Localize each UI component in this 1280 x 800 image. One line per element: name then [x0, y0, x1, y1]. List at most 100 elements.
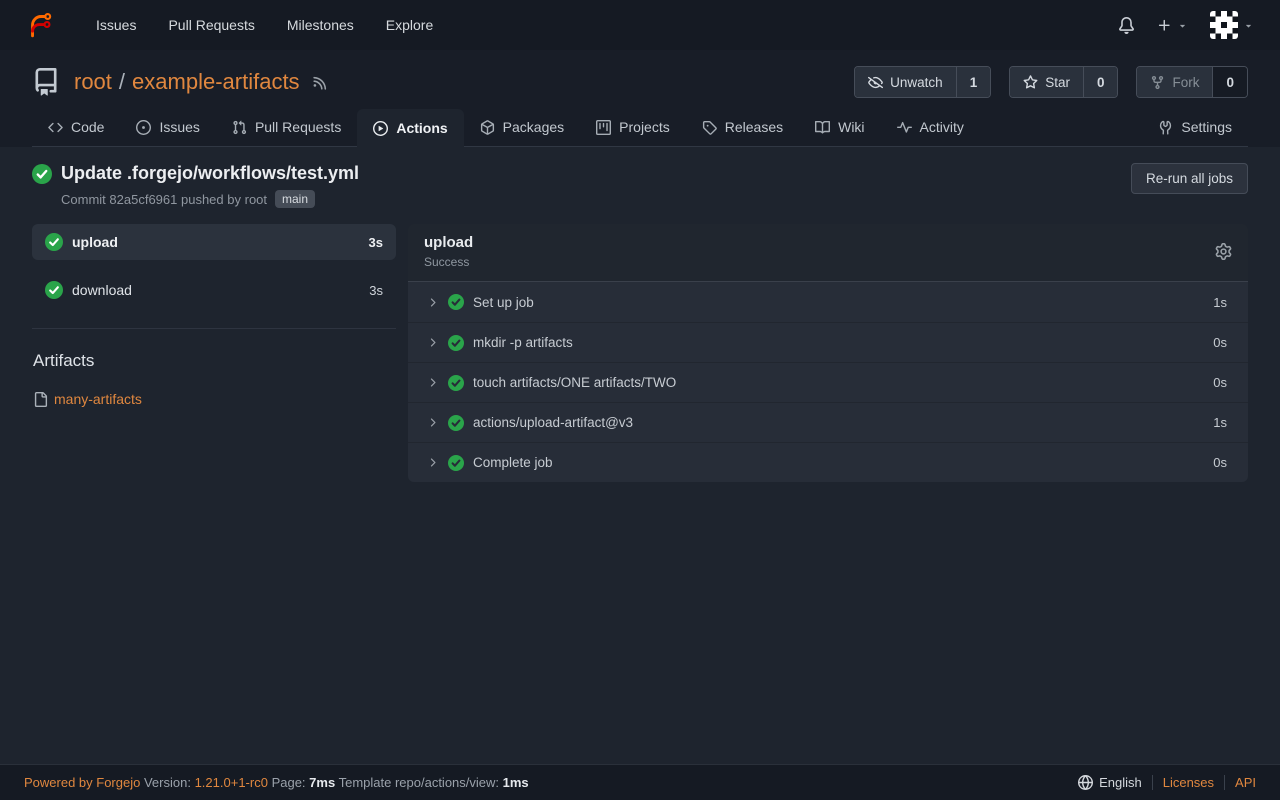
job-item-upload[interactable]: upload 3s — [32, 224, 396, 260]
star-icon — [1023, 75, 1038, 90]
step-success-icon — [448, 375, 464, 391]
fork-count[interactable]: 0 — [1212, 67, 1247, 97]
repo-icon — [32, 68, 60, 96]
artifact-download-link[interactable]: many-artifacts — [54, 391, 142, 407]
fork-button-group: Fork 0 — [1136, 66, 1248, 98]
run-success-icon — [32, 164, 52, 184]
chevron-right-icon — [426, 456, 439, 469]
repo-name-link[interactable]: example-artifacts — [132, 69, 300, 95]
pulse-icon — [897, 120, 912, 135]
chevron-down-icon — [1177, 20, 1188, 31]
play-circle-icon — [373, 121, 388, 136]
tab-issues[interactable]: Issues — [120, 108, 215, 146]
step-success-icon — [448, 294, 464, 310]
repo-tabs: Code Issues Pull Requests Actions Packag… — [32, 108, 1248, 147]
watch-count[interactable]: 1 — [956, 67, 991, 97]
step-row[interactable]: Set up job 1s — [408, 282, 1248, 322]
powered-by-link[interactable]: Powered by Forgejo — [24, 775, 140, 790]
run-title: Update .forgejo/workflows/test.yml — [61, 163, 359, 184]
jobs-sidebar: upload 3s download 3s Artifacts many-art… — [32, 224, 396, 482]
rss-icon[interactable] — [312, 74, 329, 91]
nav-link-issues[interactable]: Issues — [80, 9, 152, 41]
plus-icon — [1157, 18, 1172, 33]
step-duration: 0s — [1213, 455, 1227, 470]
notifications-bell-icon[interactable] — [1118, 17, 1135, 34]
tab-pull-requests[interactable]: Pull Requests — [216, 108, 357, 146]
artifact-item[interactable]: many-artifacts — [33, 391, 396, 407]
code-icon — [48, 120, 63, 135]
step-name: touch artifacts/ONE artifacts/TWO — [473, 375, 676, 390]
top-navbar: Issues Pull Requests Milestones Explore — [0, 0, 1280, 50]
tab-code[interactable]: Code — [32, 108, 120, 146]
repo-separator: / — [119, 69, 125, 95]
project-icon — [596, 120, 611, 135]
step-row[interactable]: mkdir -p artifacts 0s — [408, 322, 1248, 362]
repo-owner-link[interactable]: root — [74, 69, 112, 95]
nav-link-explore[interactable]: Explore — [370, 9, 449, 41]
job-item-download[interactable]: download 3s — [32, 272, 396, 308]
job-duration: 3s — [369, 235, 383, 250]
run-subtitle: Commit 82a5cf6961 pushed by root main — [61, 190, 1131, 208]
step-name: Set up job — [473, 295, 534, 310]
job-name: upload — [72, 234, 118, 250]
git-pull-request-icon — [232, 120, 247, 135]
tag-icon — [702, 120, 717, 135]
step-name: Complete job — [473, 455, 553, 470]
tab-settings[interactable]: Settings — [1142, 108, 1248, 146]
star-button[interactable]: Star — [1010, 67, 1083, 97]
chevron-right-icon — [426, 376, 439, 389]
user-menu[interactable] — [1210, 11, 1254, 39]
eye-closed-icon — [868, 75, 883, 90]
tab-actions[interactable]: Actions — [357, 109, 463, 147]
nav-link-pull-requests[interactable]: Pull Requests — [152, 9, 270, 41]
rerun-all-jobs-button[interactable]: Re-run all jobs — [1131, 163, 1248, 194]
tab-activity[interactable]: Activity — [881, 108, 980, 146]
job-name: download — [72, 282, 132, 298]
author-link[interactable]: root — [245, 192, 267, 207]
tab-projects[interactable]: Projects — [580, 108, 686, 146]
version-link[interactable]: 1.21.0+1-rc0 — [195, 775, 268, 790]
nav-link-milestones[interactable]: Milestones — [271, 9, 370, 41]
job-success-icon — [45, 281, 63, 299]
job-detail-name: upload — [424, 234, 473, 251]
job-detail-header: upload Success — [408, 224, 1248, 282]
step-success-icon — [448, 415, 464, 431]
language-selector[interactable]: English — [1078, 775, 1142, 790]
sidebar-divider — [32, 328, 396, 329]
step-duration: 1s — [1213, 295, 1227, 310]
file-icon — [33, 392, 48, 407]
chevron-right-icon — [426, 336, 439, 349]
tab-releases[interactable]: Releases — [686, 108, 799, 146]
api-link[interactable]: API — [1235, 775, 1256, 790]
tools-icon — [1158, 120, 1173, 135]
chevron-right-icon — [426, 296, 439, 309]
tab-packages[interactable]: Packages — [464, 108, 580, 146]
job-duration: 3s — [369, 283, 383, 298]
step-success-icon — [448, 335, 464, 351]
step-row[interactable]: touch artifacts/ONE artifacts/TWO 0s — [408, 362, 1248, 402]
commit-sha-link[interactable]: 82a5cf6961 — [109, 192, 177, 207]
step-row[interactable]: Complete job 0s — [408, 442, 1248, 482]
chevron-right-icon — [426, 416, 439, 429]
job-detail-status: Success — [424, 255, 473, 269]
forgejo-logo-icon[interactable] — [26, 11, 54, 39]
repo-header: root / example-artifacts Unwatch 1 Star … — [0, 50, 1280, 147]
step-name: mkdir -p artifacts — [473, 335, 573, 350]
artifacts-heading: Artifacts — [33, 351, 396, 371]
unwatch-button[interactable]: Unwatch — [855, 67, 956, 97]
licenses-link[interactable]: Licenses — [1163, 775, 1214, 790]
git-fork-icon — [1150, 75, 1165, 90]
package-icon — [480, 120, 495, 135]
repo-title: root / example-artifacts — [74, 69, 300, 95]
steps-list: Set up job 1s mkdir -p artifacts 0s touc… — [408, 282, 1248, 482]
create-new-menu[interactable] — [1157, 18, 1188, 33]
step-row[interactable]: actions/upload-artifact@v3 1s — [408, 402, 1248, 442]
star-count[interactable]: 0 — [1083, 67, 1118, 97]
star-button-group: Star 0 — [1009, 66, 1118, 98]
tab-wiki[interactable]: Wiki — [799, 108, 880, 146]
job-options-gear-icon[interactable] — [1215, 243, 1232, 260]
divider — [1224, 775, 1225, 790]
branch-badge[interactable]: main — [275, 190, 315, 208]
chevron-down-icon — [1243, 20, 1254, 31]
step-duration: 1s — [1213, 415, 1227, 430]
